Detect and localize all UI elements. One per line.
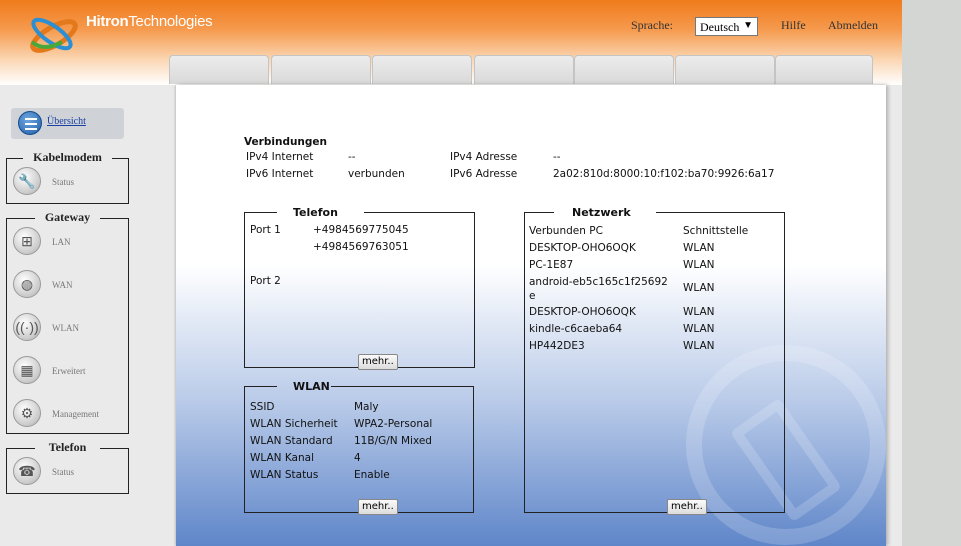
- sidebar-item-kabelmodem-status[interactable]: 🔧 Status: [13, 167, 123, 197]
- network-row-pc: DESKTOP-OHO6OQK: [529, 306, 636, 318]
- group-title-telefon: Telefon: [48, 440, 87, 454]
- globe-icon: ◍: [13, 270, 41, 298]
- ipv4-value: --: [348, 151, 356, 163]
- sidebar-item-management[interactable]: ⚙ Management: [13, 399, 123, 429]
- network-row-pc: android-eb5c165c1f25692: [529, 276, 668, 288]
- tab-5[interactable]: [574, 55, 674, 84]
- netzwerk-more-button[interactable]: mehr..: [667, 499, 707, 515]
- ipv6-value: verbunden: [348, 168, 405, 180]
- network-row-pc: PC-1E87: [529, 259, 574, 271]
- port1-number-2: +4984569763051: [313, 241, 409, 253]
- group-kabelmodem: Kabelmodem 🔧 Status: [6, 150, 129, 204]
- tab-4[interactable]: [474, 55, 574, 84]
- wlan-row-value: Maly: [354, 401, 379, 413]
- network-row-pc: DESKTOP-OHO6OQK: [529, 242, 636, 254]
- network-row-interface: WLAN: [683, 340, 715, 352]
- wlan-more-button[interactable]: mehr..: [358, 499, 398, 515]
- phone-icon: ☎: [13, 457, 41, 485]
- wlan-box: WLAN SSID Maly WLAN Sicherheit WPA2-Pers…: [244, 380, 474, 515]
- header: HitronTechnologies Sprache: Deutsch ▼ Hi…: [0, 0, 902, 85]
- sidebar-item-wlan[interactable]: ((·)) WLAN: [13, 313, 123, 343]
- ipv6-label: IPv6 Internet: [246, 168, 314, 180]
- wlan-row-value: Enable: [354, 469, 390, 481]
- language-select[interactable]: Deutsch ▼: [695, 17, 758, 36]
- tab-2[interactable]: [271, 55, 371, 84]
- group-title-kabelmodem: Kabelmodem: [33, 150, 102, 164]
- network-row-interface: WLAN: [683, 242, 715, 254]
- tab-3[interactable]: [372, 55, 472, 84]
- sidebar-item-telefon-status[interactable]: ☎ Status: [13, 457, 123, 487]
- network-row-pc: HP442DE3: [529, 340, 585, 352]
- network-row-pc-wrap: e: [529, 290, 536, 302]
- telefon-more-button[interactable]: mehr..: [358, 354, 398, 370]
- port2-label: Port 2: [250, 275, 281, 287]
- network-column-interface: Schnittstelle: [683, 225, 749, 237]
- main-panel: Verbindungen IPv4 Internet -- IPv4 Adres…: [176, 85, 886, 546]
- netzwerk-box-title: Netzwerk: [572, 206, 631, 219]
- network-row-interface: WLAN: [683, 323, 715, 335]
- tab-7[interactable]: [775, 55, 873, 84]
- tab-1[interactable]: [169, 55, 269, 84]
- wlan-row-value: 11B/G/N Mixed: [354, 435, 432, 447]
- ipv4-address-label: IPv4 Adresse: [450, 151, 518, 163]
- network-row-interface: WLAN: [683, 306, 715, 318]
- ipv4-address-value: --: [553, 151, 561, 163]
- wlan-row-label: WLAN Standard: [250, 435, 333, 447]
- group-gateway: Gateway ⊞ LAN ◍ WAN ((·)) WLAN ▦ Erweite…: [6, 210, 129, 434]
- network-row-pc: kindle-c6caeba64: [529, 323, 623, 335]
- network-column-pc: Verbunden PC: [529, 225, 603, 237]
- network-row-interface: WLAN: [683, 259, 715, 271]
- group-telefon: Telefon ☎ Status: [6, 440, 129, 494]
- port1-label: Port 1: [250, 224, 281, 236]
- hitron-logo-icon: [30, 17, 78, 53]
- ipv4-label: IPv4 Internet: [246, 151, 314, 163]
- wlan-row-label: WLAN Sicherheit: [250, 418, 338, 430]
- wlan-row-label: SSID: [250, 401, 275, 413]
- list-icon: [18, 111, 42, 135]
- language-label: Sprache:: [631, 18, 673, 32]
- telefon-box: Telefon Port 1 +4984569775045 +498456976…: [244, 206, 475, 370]
- wrench-icon: 🔧: [13, 167, 41, 195]
- wlan-row-label: WLAN Kanal: [250, 452, 314, 464]
- ipv6-address-value: 2a02:810d:8000:10:f102:ba70:9926:6a17: [553, 168, 775, 180]
- sidebar-item-wan[interactable]: ◍ WAN: [13, 270, 123, 300]
- sidebar-item-erweitert[interactable]: ▦ Erweitert: [13, 356, 123, 386]
- group-title-gateway: Gateway: [44, 210, 91, 224]
- gear-icon: ⚙: [13, 399, 41, 427]
- sidebar-item-lan[interactable]: ⊞ LAN: [13, 227, 123, 257]
- dropdown-arrow-icon: ▼: [743, 20, 753, 31]
- port1-number-1: +4984569775045: [313, 224, 409, 236]
- lan-icon: ⊞: [13, 227, 41, 255]
- logout-link[interactable]: Abmelden: [828, 18, 878, 33]
- ipv6-address-label: IPv6 Adresse: [450, 168, 518, 180]
- wlan-box-title: WLAN: [293, 380, 330, 393]
- tab-6[interactable]: [675, 55, 775, 84]
- wlan-row-label: WLAN Status: [250, 469, 319, 481]
- brand-name: HitronTechnologies: [86, 13, 213, 30]
- telefon-box-title: Telefon: [293, 206, 338, 219]
- network-row-interface: WLAN: [683, 282, 715, 294]
- firewall-icon: ▦: [13, 356, 41, 384]
- wlan-row-value: WPA2-Personal: [354, 418, 433, 430]
- connections-title: Verbindungen: [244, 136, 328, 148]
- wlan-row-value: 4: [354, 452, 361, 464]
- wifi-icon: ((·)): [13, 313, 41, 341]
- netzwerk-box: Netzwerk Verbunden PC Schnittstelle DESK…: [524, 206, 785, 515]
- help-link[interactable]: Hilfe: [781, 18, 806, 33]
- overview-link[interactable]: Übersicht: [47, 116, 86, 127]
